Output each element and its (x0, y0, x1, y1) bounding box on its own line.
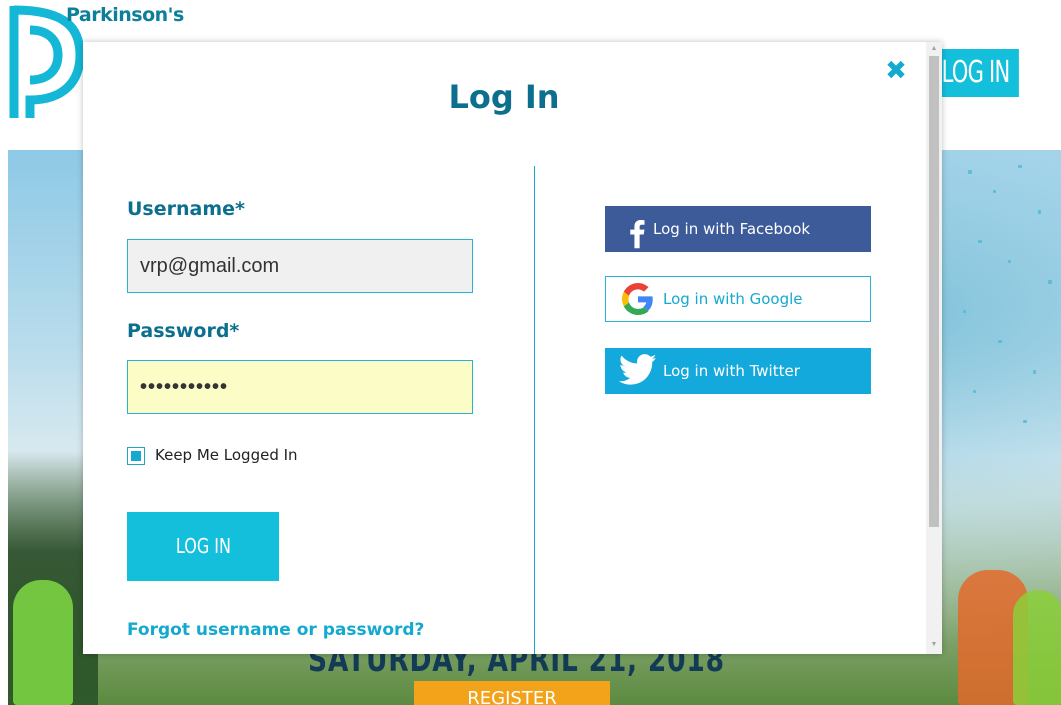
google-login-label: Log in with Google (663, 290, 803, 308)
login-submit-button[interactable]: LOG IN (127, 512, 279, 581)
close-icon[interactable]: ✖ (883, 58, 909, 84)
twitter-login-label: Log in with Twitter (663, 362, 800, 380)
scroll-down-arrow-icon[interactable]: ▼ (926, 640, 942, 650)
twitter-icon (619, 354, 657, 385)
username-label: Username* (127, 198, 245, 220)
twitter-login-button[interactable]: Log in with Twitter (605, 348, 871, 394)
keep-logged-in-checkbox[interactable] (127, 447, 145, 465)
password-input[interactable]: ••••••••••• (127, 360, 473, 414)
login-submit-label: LOG IN (175, 534, 231, 558)
keep-logged-in-label[interactable]: Keep Me Logged In (155, 446, 298, 464)
facebook-login-label: Log in with Facebook (653, 220, 811, 238)
google-icon (622, 283, 653, 315)
facebook-icon (630, 219, 645, 249)
column-divider (534, 166, 535, 654)
scroll-thumb[interactable] (929, 56, 939, 527)
scroll-up-arrow-icon[interactable]: ▲ (926, 44, 942, 54)
hero-person (1013, 590, 1061, 705)
username-input[interactable]: vrp@gmail.com (127, 239, 473, 293)
forgot-credentials-link[interactable]: Forgot username or password? (127, 620, 424, 640)
google-login-button[interactable]: Log in with Google (605, 276, 871, 322)
brand-name: Parkinson's (66, 4, 184, 26)
login-modal: Log In ✖ ▲ ▼ Username* vrp@gmail.com Pas… (83, 42, 942, 654)
checkbox-checked-icon (131, 451, 141, 461)
password-label: Password* (127, 320, 240, 342)
modal-scrollbar[interactable]: ▲ ▼ (926, 42, 942, 654)
modal-title: Log In (448, 78, 560, 116)
hero-person (13, 580, 73, 705)
register-button[interactable]: REGISTER (414, 681, 610, 705)
facebook-login-button[interactable]: Log in with Facebook (605, 206, 871, 252)
header-login-button[interactable]: LOG IN (937, 49, 1019, 97)
